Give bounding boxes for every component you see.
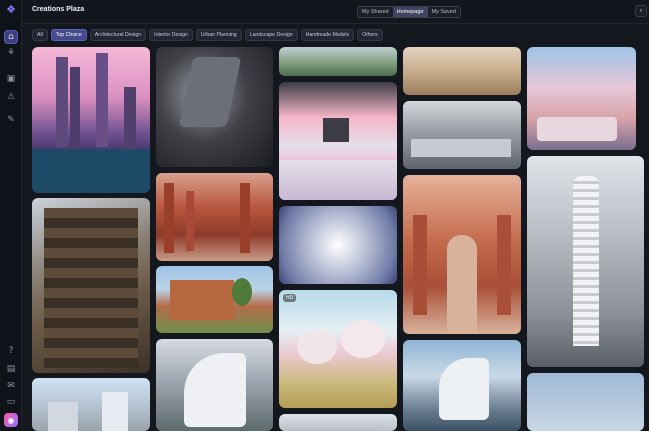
filter-architectural-design[interactable]: Architectural Design xyxy=(89,29,147,41)
app-switch-icon[interactable]: ◉ xyxy=(4,413,18,427)
gallery-card[interactable] xyxy=(32,47,150,193)
gallery-card[interactable] xyxy=(32,378,150,431)
gallery-card[interactable]: HD xyxy=(279,290,397,408)
gallery-card[interactable] xyxy=(156,47,273,167)
blossom-tree-image xyxy=(341,320,385,358)
category-filters: All Top Choice Architectural Design Inte… xyxy=(32,29,383,41)
gallery-card[interactable] xyxy=(279,206,397,284)
arch-column-image xyxy=(240,183,250,253)
building-image xyxy=(170,280,234,320)
arch-column-image xyxy=(497,215,511,315)
gallery-card[interactable] xyxy=(527,373,644,431)
arch-column-image xyxy=(413,215,427,315)
organic-building-image xyxy=(184,353,246,427)
gallery-card[interactable] xyxy=(279,82,397,200)
bed-image xyxy=(537,117,617,141)
gallery-card[interactable] xyxy=(32,198,150,373)
tower-image xyxy=(124,87,136,147)
filter-others[interactable]: Others xyxy=(357,29,383,41)
arch-column-image xyxy=(186,191,194,251)
tower-image xyxy=(56,57,68,147)
building-facade-image xyxy=(44,208,138,368)
corridor-arch-image xyxy=(447,235,477,334)
home-icon[interactable]: ⌂ xyxy=(4,30,18,44)
filter-urban-planning[interactable]: Urban Planning xyxy=(195,29,242,41)
mail-icon[interactable]: ✉ xyxy=(4,379,18,393)
desk-image xyxy=(411,139,511,157)
gallery-card[interactable] xyxy=(403,340,521,431)
chat-icon[interactable]: ▭ xyxy=(4,395,18,409)
gallery-card[interactable] xyxy=(403,175,521,334)
tree-image xyxy=(232,278,252,306)
gallery-card[interactable] xyxy=(156,266,273,333)
building-image xyxy=(102,392,128,431)
organic-building-image xyxy=(439,358,489,420)
blossom-tree-image xyxy=(297,330,337,364)
network-icon[interactable]: ⚘ xyxy=(4,46,18,60)
sculpture-image xyxy=(178,57,242,127)
sidebar: ❖ ⌂ ⚘ ▣ ⚠ ✎ ? ▤ ✉ ▭ ◉ xyxy=(0,0,22,431)
tower-image xyxy=(70,67,80,147)
kitchen-counter-image xyxy=(279,160,397,200)
gallery-card[interactable] xyxy=(279,414,397,431)
water-image xyxy=(32,149,150,193)
image-icon[interactable]: ▣ xyxy=(4,72,18,86)
brush-icon[interactable]: ✎ xyxy=(4,113,18,127)
tab-my-saved[interactable]: My Saved xyxy=(428,7,460,17)
arch-column-image xyxy=(164,183,174,253)
filter-handmade-models[interactable]: Handmade Models xyxy=(300,29,355,41)
gallery-card[interactable] xyxy=(403,101,521,169)
tab-my-shared[interactable]: My Shared xyxy=(358,7,393,17)
tab-homepage[interactable]: Homepage xyxy=(392,7,428,17)
app-logo-icon[interactable]: ❖ xyxy=(5,4,17,16)
filter-all[interactable]: All xyxy=(32,29,48,41)
tower-image xyxy=(96,53,108,147)
warning-icon[interactable]: ⚠ xyxy=(4,90,18,104)
gallery-card[interactable] xyxy=(527,156,644,367)
view-switcher: My Shared Homepage My Saved xyxy=(357,6,461,18)
gallery-card[interactable] xyxy=(279,47,397,76)
top-header: Creations Plaza My Shared Homepage My Sa… xyxy=(22,0,649,24)
hd-badge: HD xyxy=(283,294,297,302)
window-image xyxy=(323,118,349,142)
building-image xyxy=(48,402,78,431)
help-icon[interactable]: ? xyxy=(4,344,18,358)
gallery-card[interactable] xyxy=(156,339,273,431)
gallery-card[interactable] xyxy=(403,47,521,95)
document-icon[interactable]: ▤ xyxy=(4,362,18,376)
gallery-card[interactable] xyxy=(156,173,273,261)
page-title: Creations Plaza xyxy=(32,6,85,13)
filter-top-choice[interactable]: Top Choice xyxy=(50,29,87,41)
skyscraper-image xyxy=(573,176,599,346)
filter-landscape-design[interactable]: Landscape Design xyxy=(244,29,298,41)
search-icon[interactable]: ⌕ xyxy=(635,5,647,17)
gallery-card[interactable] xyxy=(527,47,636,150)
filter-interior-design[interactable]: Interior Design xyxy=(149,29,193,41)
